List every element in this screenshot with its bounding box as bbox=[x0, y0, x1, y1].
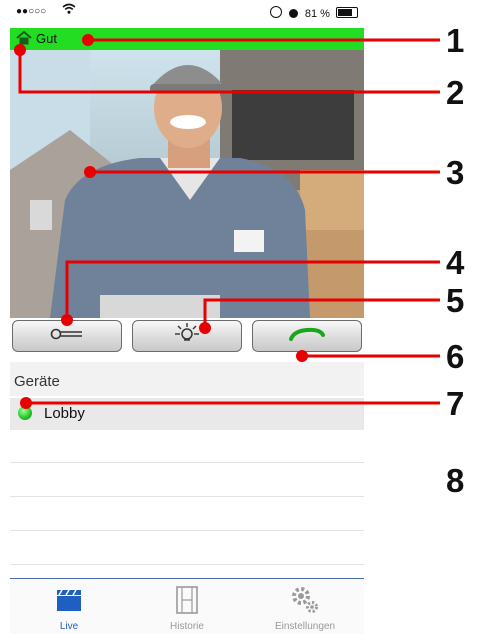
list-separator bbox=[10, 462, 364, 463]
callout-number-1: 1 bbox=[446, 22, 464, 59]
callout-number-7: 7 bbox=[446, 385, 464, 422]
tab-historie-label: Historie bbox=[170, 621, 204, 632]
key-icon bbox=[50, 327, 84, 345]
alarm-icon bbox=[288, 9, 298, 18]
callout-number-4: 4 bbox=[446, 244, 465, 281]
status-right: 81 % bbox=[269, 6, 358, 20]
devices-section-header: Geräte bbox=[10, 362, 364, 396]
device-name: Lobby bbox=[44, 405, 85, 422]
wifi-icon bbox=[62, 3, 76, 18]
call-button[interactable] bbox=[252, 320, 362, 352]
rotation-lock-icon bbox=[269, 6, 282, 18]
callout-number-3: 3 bbox=[446, 154, 464, 191]
tab-historie[interactable]: Historie bbox=[128, 579, 246, 634]
callout-number-5: 5 bbox=[446, 282, 464, 319]
clapperboard-icon bbox=[55, 587, 83, 618]
battery-icon bbox=[336, 7, 358, 18]
tab-einstellungen[interactable]: Einstellungen bbox=[246, 579, 364, 634]
tab-live[interactable]: Live bbox=[10, 579, 128, 634]
video-frame-image bbox=[10, 50, 364, 318]
light-button[interactable] bbox=[132, 320, 242, 352]
device-list-item[interactable]: Lobby bbox=[10, 398, 364, 430]
home-icon[interactable] bbox=[16, 30, 32, 50]
connection-quality-label: Gut bbox=[36, 31, 57, 46]
signal-strength: ●●○○○ bbox=[16, 6, 47, 17]
list-separator bbox=[10, 530, 364, 531]
gears-icon bbox=[290, 585, 320, 620]
tab-bar: Live Historie Einstellungen bbox=[10, 578, 364, 634]
tab-einstellungen-label: Einstellungen bbox=[274, 621, 336, 632]
phone-screen: ●●○○○ 81 % Gut Geräte Lobby Live Histori… bbox=[10, 0, 364, 634]
tab-live-label: Live bbox=[59, 621, 79, 632]
ios-status-bar: ●●○○○ 81 % bbox=[10, 0, 364, 26]
device-online-indicator bbox=[18, 406, 32, 420]
callout-number-8: 8 bbox=[446, 462, 464, 499]
film-strip-icon bbox=[175, 585, 199, 620]
live-video-feed[interactable] bbox=[10, 50, 364, 318]
callout-number-2: 2 bbox=[446, 74, 464, 111]
light-bulb-icon bbox=[174, 322, 200, 351]
devices-header-label: Geräte bbox=[14, 373, 60, 390]
door-open-key-button[interactable] bbox=[12, 320, 122, 352]
list-separator bbox=[10, 496, 364, 497]
connection-status-bar: Gut bbox=[10, 28, 364, 50]
list-separator bbox=[10, 564, 364, 565]
callout-number-6: 6 bbox=[446, 338, 464, 375]
battery-percent: 81 % bbox=[304, 8, 330, 20]
phone-handset-icon bbox=[288, 326, 326, 347]
